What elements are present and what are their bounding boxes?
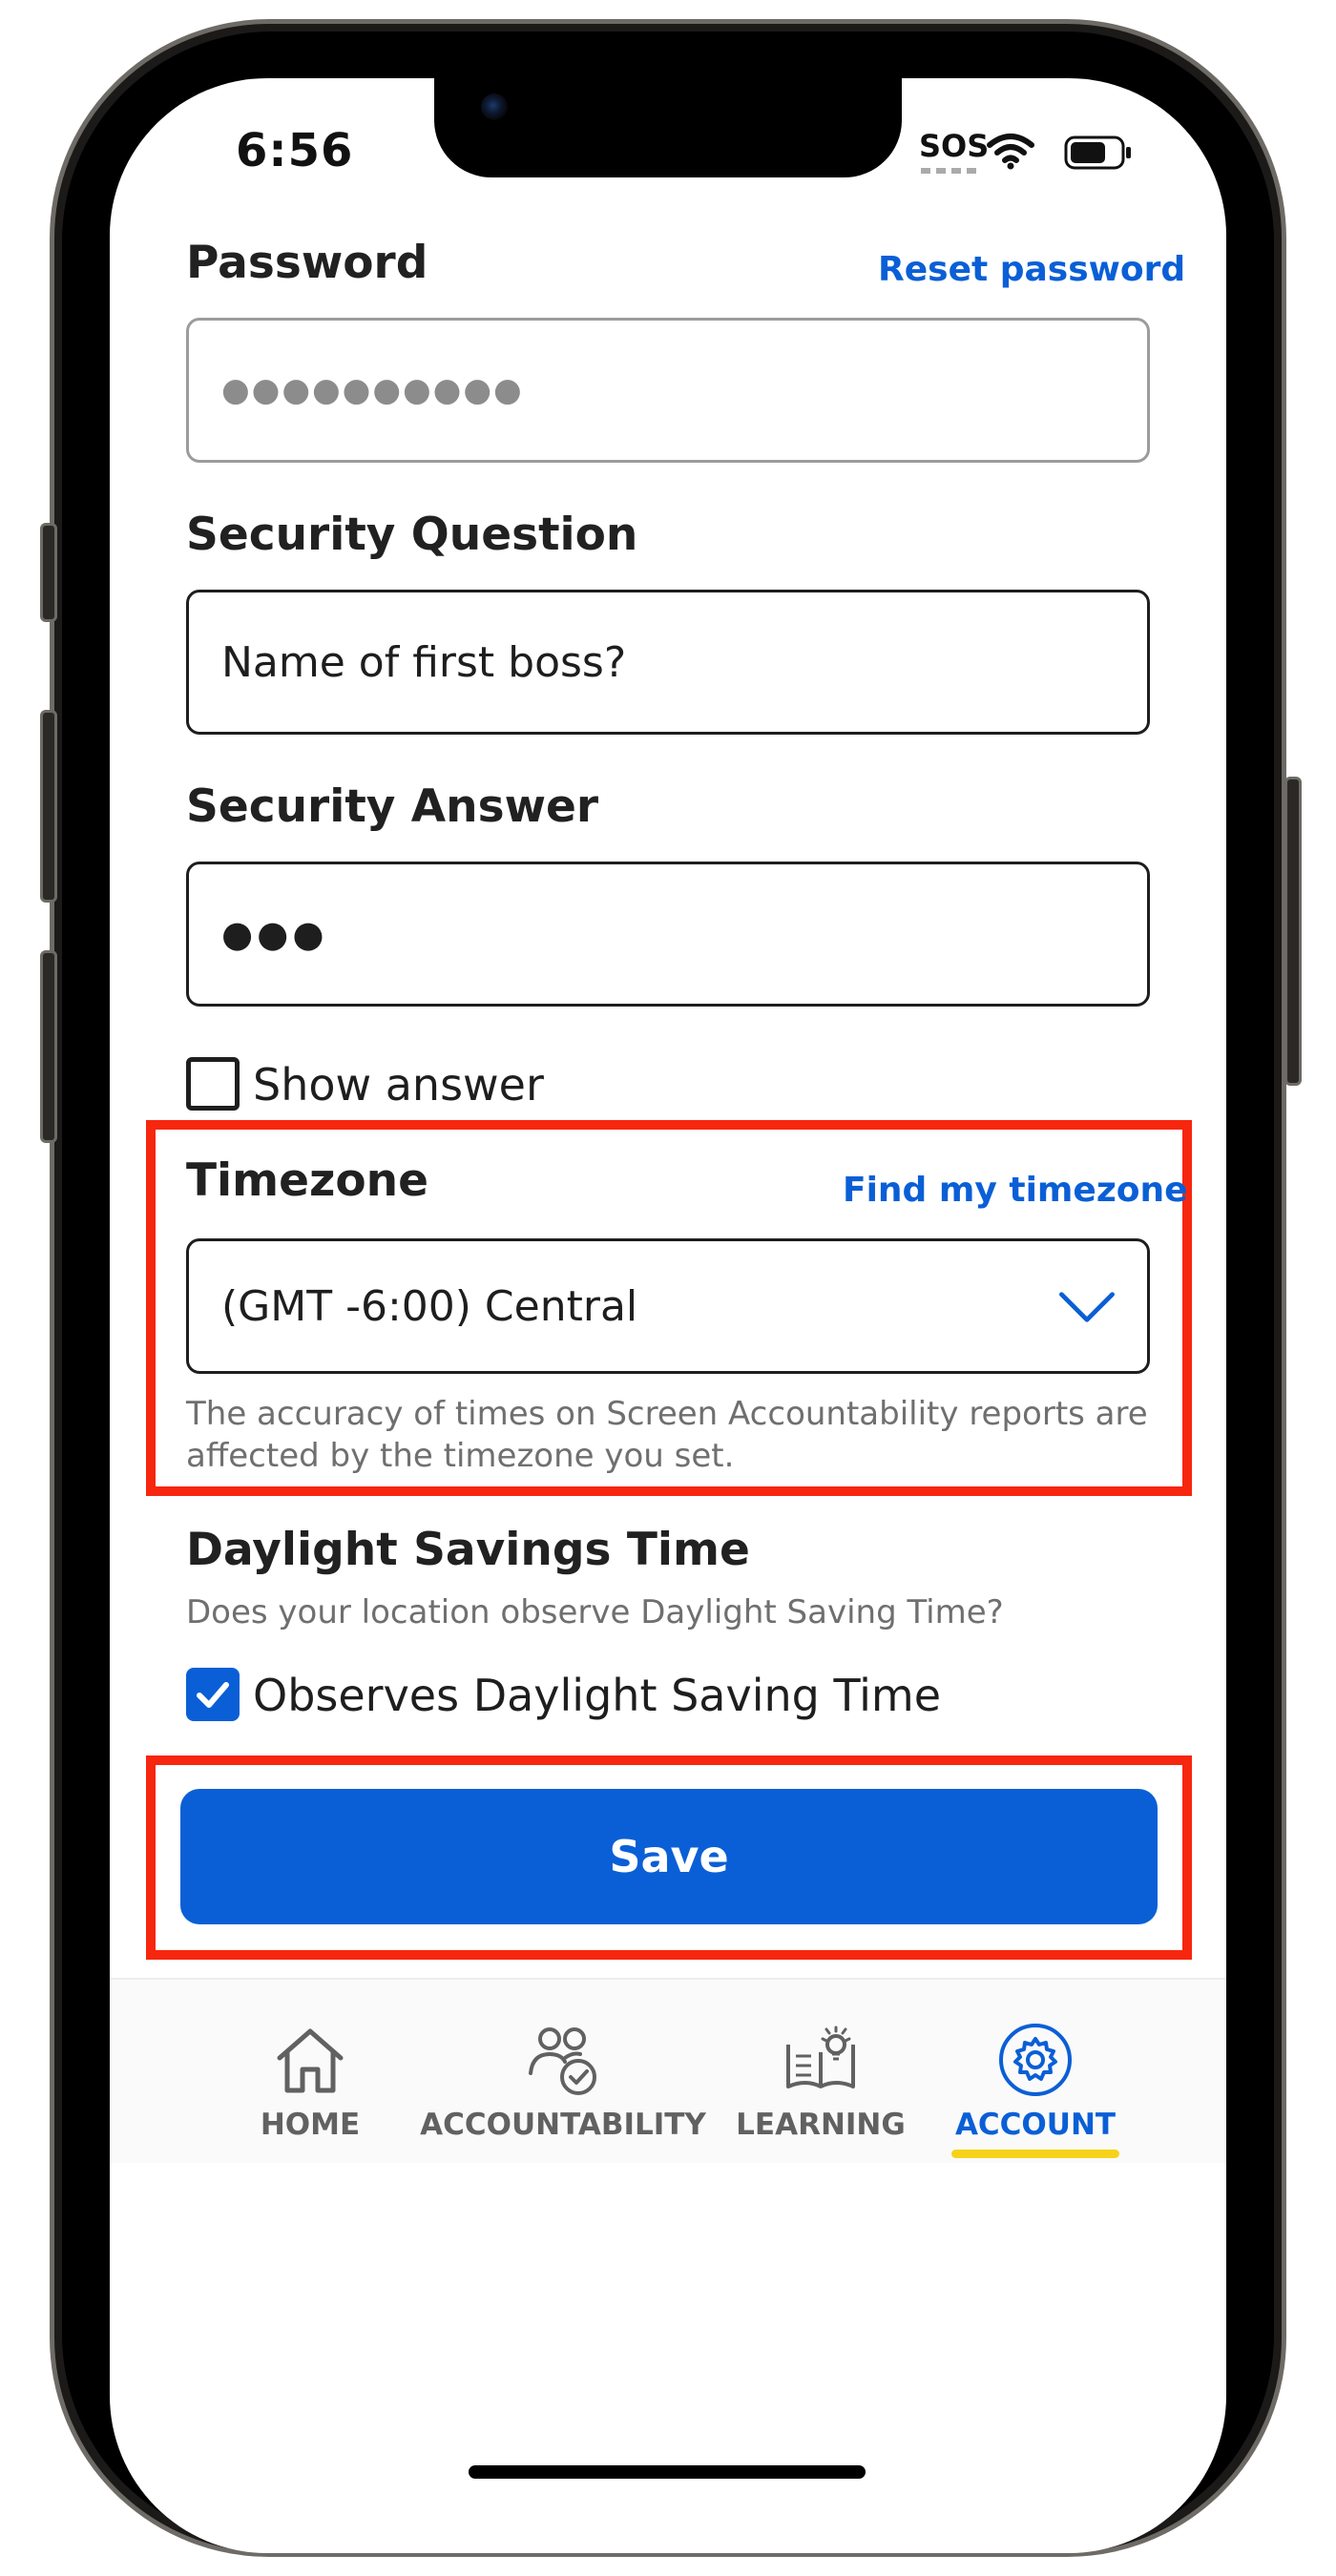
power-button [1284,777,1302,1086]
chevron-down-icon [1059,1292,1115,1322]
tab-learning-label: LEARNING [736,2108,906,2142]
book-lightbulb-icon [786,2025,855,2088]
gear-icon [999,2024,1072,2096]
phone-screen: 6:56 SOS Password Reset password ●●●●●●●… [110,78,1226,2553]
tab-learning[interactable]: LEARNING [711,2020,930,2142]
notch [434,78,902,177]
bottom-tab-bar: HOME ACCOUNTABILITY LEARNING ACCOUNT [110,1978,1226,2163]
timezone-help-text-line-2: affected by the timezone you set. [186,1437,735,1475]
tab-account[interactable]: ACCOUNT [930,2020,1140,2158]
front-camera [481,93,508,120]
find-my-timezone-link[interactable]: Find my timezone [843,1171,1188,1210]
home-icon [277,2028,344,2093]
signal-dots [921,168,976,174]
battery-icon [1064,135,1131,170]
reset-password-link[interactable]: Reset password [878,250,1185,289]
tab-accountability-label: ACCOUNTABILITY [420,2108,706,2142]
dst-question: Does your location observe Daylight Savi… [186,1593,1004,1631]
tab-account-label: ACCOUNT [954,2108,1117,2142]
security-question-field[interactable]: Name of first boss? [186,590,1150,735]
mute-switch [40,523,57,622]
tab-accountability[interactable]: ACCOUNTABILITY [415,2020,711,2142]
security-answer-label: Security Answer [186,780,599,833]
timezone-selected-value: (GMT -6:00) Central [221,1281,638,1331]
timezone-label: Timezone [186,1154,429,1207]
save-button[interactable]: Save [180,1789,1158,1924]
wifi-icon [987,134,1034,170]
people-check-icon [529,2027,596,2095]
status-time: 6:56 [236,124,354,177]
volume-down-button [40,950,57,1143]
dst-checkbox-label[interactable]: Observes Daylight Saving Time [253,1670,941,1721]
show-answer-label[interactable]: Show answer [253,1059,544,1111]
tab-home-label: HOME [260,2108,361,2142]
volume-up-button [40,710,57,903]
security-answer-field[interactable]: ●●● [186,862,1150,1007]
password-label: Password [186,237,428,289]
show-answer-checkbox[interactable] [186,1057,240,1111]
password-field[interactable]: ●●●●●●●●●● [186,318,1150,463]
security-answer-value: ●●● [221,913,328,955]
home-indicator[interactable] [469,2465,866,2479]
sos-indicator: SOS [919,128,990,164]
active-tab-indicator [951,2150,1119,2158]
password-value: ●●●●●●●●●● [221,371,524,409]
security-question-value: Name of first boss? [221,637,627,687]
dst-title: Daylight Savings Time [186,1524,750,1576]
security-question-label: Security Question [186,509,638,561]
timezone-help-text-line-1: The accuracy of times on Screen Accounta… [186,1395,1148,1433]
timezone-select[interactable]: (GMT -6:00) Central [186,1238,1150,1374]
dst-checkbox[interactable] [186,1668,240,1721]
tab-home[interactable]: HOME [205,2020,415,2142]
checkmark-icon [197,1682,229,1708]
